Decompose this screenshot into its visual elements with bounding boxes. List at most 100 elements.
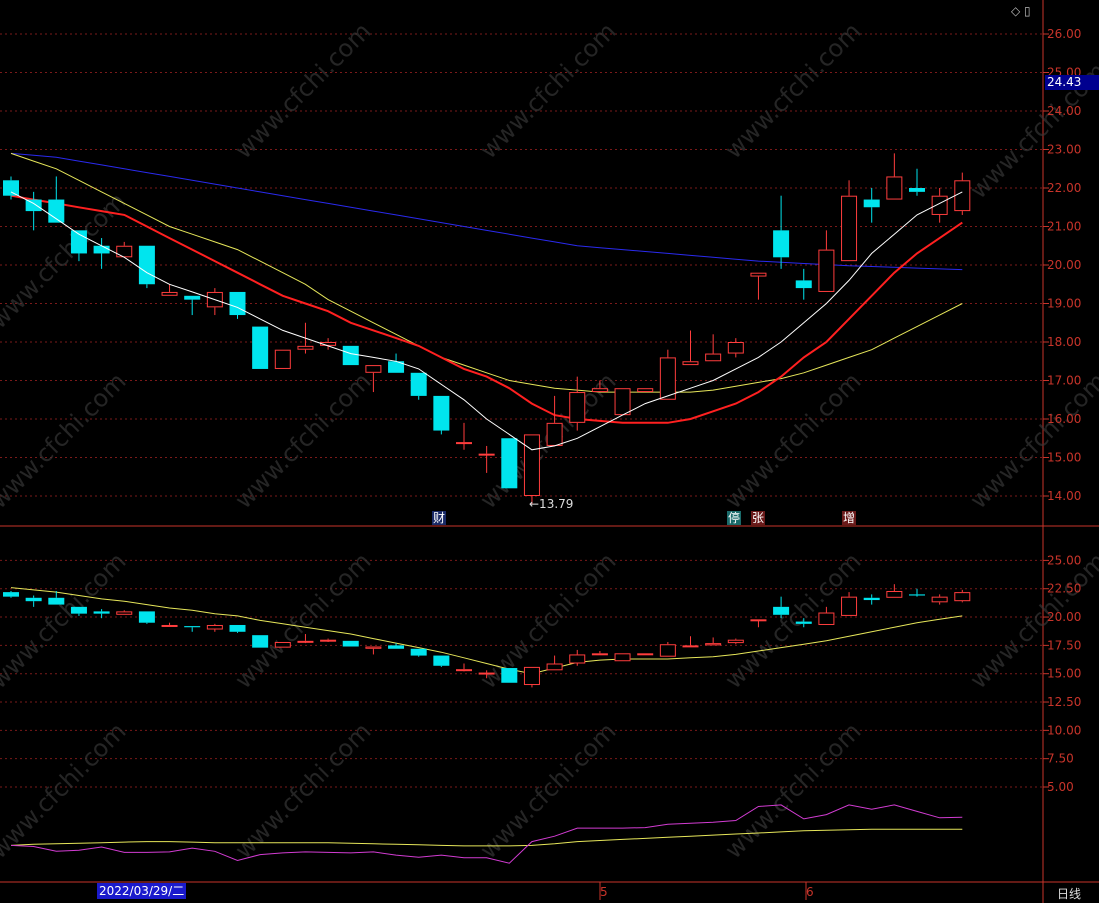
candle-body bbox=[795, 621, 812, 624]
sub-candle bbox=[863, 594, 880, 605]
candle-body bbox=[750, 272, 767, 277]
watermark-text: www.cfchi.com bbox=[0, 367, 131, 514]
sub-candle bbox=[546, 655, 563, 671]
main-y-tick-label: 22.00 bbox=[1047, 181, 1081, 195]
main-candle bbox=[750, 272, 767, 300]
candle-body bbox=[569, 392, 586, 423]
sub-y-tick-label: 7.50 bbox=[1047, 752, 1074, 766]
sub-candle bbox=[931, 594, 948, 605]
candle-body bbox=[252, 326, 269, 369]
sub-candle bbox=[184, 626, 201, 632]
watermark-text: www.cfchi.com bbox=[474, 17, 621, 164]
event-badge-finance[interactable]: 财 bbox=[432, 511, 447, 525]
candle-body bbox=[841, 596, 858, 616]
watermark-text: www.cfchi.com bbox=[719, 367, 866, 514]
candle-body bbox=[773, 230, 790, 258]
candle-body bbox=[501, 438, 518, 489]
sub-candle bbox=[433, 655, 450, 667]
main-candle bbox=[705, 334, 722, 362]
candle-body bbox=[478, 453, 495, 456]
candle-body bbox=[523, 434, 540, 496]
sub-candle bbox=[365, 646, 382, 655]
sub-candle bbox=[501, 668, 518, 683]
sub-y-tick-label: 17.50 bbox=[1047, 638, 1081, 652]
candle-body bbox=[3, 592, 19, 597]
candle-body bbox=[954, 180, 971, 212]
main-candle bbox=[274, 349, 291, 369]
candle-body bbox=[750, 619, 767, 622]
stock-chart[interactable]: www.cfchi.com www.cfchi.com www.cfchi.com w… bbox=[0, 0, 1099, 903]
candle-body bbox=[138, 245, 155, 285]
month-label-may: 5 bbox=[600, 885, 608, 899]
candle-body bbox=[886, 176, 903, 200]
candle-body bbox=[909, 188, 925, 192]
main-candle bbox=[909, 168, 925, 196]
candle-body bbox=[184, 295, 201, 300]
candle-body bbox=[388, 645, 405, 649]
corner-icons[interactable]: ◇ ▯ bbox=[1011, 4, 1031, 18]
sub-y-tick-label: 15.00 bbox=[1047, 667, 1081, 681]
candle-body bbox=[433, 655, 450, 666]
sub-candle bbox=[25, 595, 42, 607]
main-candle bbox=[48, 176, 65, 223]
watermark-text: www.cfchi.com bbox=[0, 547, 131, 694]
candle-body bbox=[909, 594, 925, 596]
candle-body bbox=[93, 611, 110, 614]
candle-body bbox=[591, 653, 608, 656]
sub-candle bbox=[886, 584, 903, 598]
sub-candle bbox=[659, 641, 676, 657]
candle-body bbox=[70, 606, 87, 614]
main-candle bbox=[863, 188, 880, 223]
candle-body bbox=[863, 199, 880, 208]
candle-body bbox=[456, 669, 472, 672]
candle-body bbox=[252, 635, 269, 648]
watermark-text: www.cfchi.com bbox=[229, 367, 376, 514]
sub-candle bbox=[841, 592, 858, 616]
candle-body bbox=[25, 199, 42, 212]
main-y-tick-label: 23.00 bbox=[1047, 143, 1081, 157]
sub-y-tick-label: 25.00 bbox=[1047, 553, 1081, 567]
main-candle bbox=[569, 376, 586, 431]
candle-body bbox=[93, 245, 110, 254]
candle-body bbox=[320, 639, 337, 642]
main-candle bbox=[342, 345, 359, 366]
candle-body bbox=[365, 646, 382, 649]
sub-y-tick-label: 5.00 bbox=[1047, 780, 1074, 794]
candle-body bbox=[705, 643, 722, 646]
candle-body bbox=[818, 249, 835, 292]
sub-y-tick-label: 12.50 bbox=[1047, 695, 1081, 709]
watermark-text: www.cfchi.com bbox=[229, 717, 376, 864]
candle-body bbox=[184, 626, 201, 628]
main-candle bbox=[138, 245, 155, 289]
candle-body bbox=[523, 666, 540, 686]
main-y-tick-label: 19.00 bbox=[1047, 297, 1081, 311]
candle-body bbox=[478, 672, 495, 675]
main-price-panel[interactable] bbox=[3, 152, 971, 505]
candle-body bbox=[229, 624, 246, 632]
event-badge-rise[interactable]: 张 bbox=[751, 511, 766, 525]
sub-candle bbox=[909, 588, 925, 597]
event-badge-increase[interactable]: 增 bbox=[842, 511, 857, 525]
main-candle bbox=[727, 338, 744, 358]
month-label-june: 6 bbox=[806, 885, 814, 899]
event-badge-suspend[interactable]: 停 bbox=[727, 511, 742, 525]
main-candle bbox=[682, 330, 699, 366]
candle-body bbox=[682, 645, 699, 648]
low-price-label: ←13.79 bbox=[529, 497, 574, 511]
candle-body bbox=[433, 395, 450, 431]
main-candle bbox=[410, 372, 427, 400]
cursor-date-label: 2022/03/29/二 bbox=[97, 883, 187, 899]
sub-candle bbox=[614, 653, 631, 662]
period-label[interactable]: 日线 bbox=[1057, 885, 1081, 902]
watermark-text: www.cfchi.com bbox=[719, 17, 866, 164]
candle-body bbox=[659, 644, 676, 657]
candle-body bbox=[954, 592, 971, 602]
watermark-text: www.cfchi.com bbox=[474, 717, 621, 864]
main-candle bbox=[25, 191, 42, 231]
candle-body bbox=[818, 612, 835, 625]
candle-body bbox=[410, 372, 427, 396]
sub-y-tick-label: 22.50 bbox=[1047, 582, 1081, 596]
sub-candle bbox=[229, 624, 246, 633]
sub-candle bbox=[705, 637, 722, 646]
watermark-text: www.cfchi.com bbox=[229, 17, 376, 164]
